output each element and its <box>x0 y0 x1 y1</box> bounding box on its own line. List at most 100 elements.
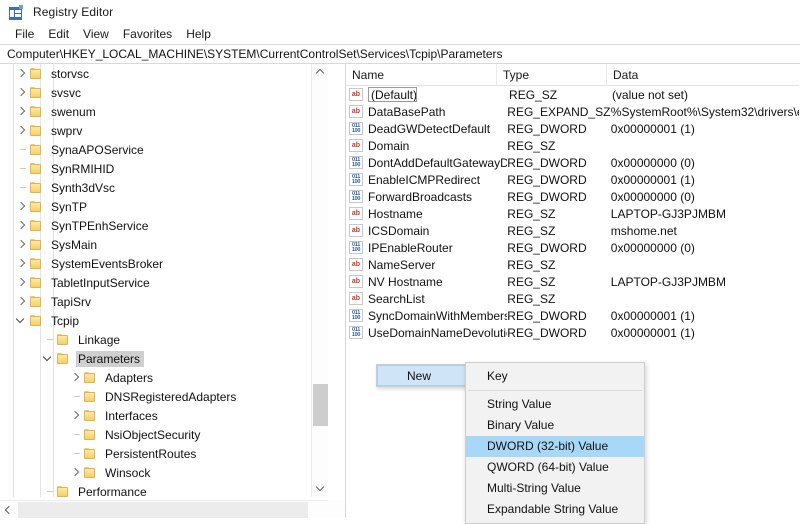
context-submenu-item[interactable]: Binary Value <box>466 415 644 436</box>
context-submenu-item[interactable]: Key <box>466 366 644 387</box>
menu-file[interactable]: File <box>8 25 41 43</box>
tree-item[interactable]: Winsock <box>0 463 328 482</box>
dword-value-icon: 011 100 <box>349 309 363 322</box>
tree-item-label: SynTP <box>51 199 88 214</box>
folder-icon <box>29 181 43 194</box>
context-submenu-item[interactable]: DWORD (32-bit) Value <box>466 436 644 457</box>
menu-separator <box>468 390 642 391</box>
registry-value-row[interactable]: ab ICSDomain REG_SZ mshome.net <box>346 222 799 239</box>
tree-item[interactable]: Parameters <box>0 349 328 368</box>
chevron-right-icon[interactable] <box>13 216 29 235</box>
tree-item[interactable]: SystemEventsBroker <box>0 254 328 273</box>
column-header-type[interactable]: Type <box>497 64 607 86</box>
registry-value-row[interactable]: ab (Default) REG_SZ (value not set) <box>346 86 799 103</box>
tree-item[interactable]: Tcpip <box>0 311 328 330</box>
registry-value-row[interactable]: 011 100 DeadGWDetectDefault REG_DWORD 0x0000… <box>346 120 799 137</box>
tree-item[interactable]: swprv <box>0 121 328 140</box>
tree-item[interactable]: SynaAPOService <box>0 140 328 159</box>
chevron-right-icon[interactable] <box>13 83 29 102</box>
tree-item-label: swprv <box>51 123 83 138</box>
registry-value-row[interactable]: ab NV Hostname REG_SZ LAPTOP-GJ3PJMBM <box>346 273 799 290</box>
tree-item[interactable]: DNSRegisteredAdapters <box>0 387 328 406</box>
tree-item[interactable]: SynTP <box>0 197 328 216</box>
tree-stub-icon <box>67 444 83 463</box>
chevron-right-icon[interactable] <box>67 406 83 425</box>
column-header-data[interactable]: Data <box>607 64 799 86</box>
chevron-right-icon[interactable] <box>13 64 29 83</box>
registry-value-row[interactable]: 011 100 DontAddDefaultGatewayD... REG_DWORD… <box>346 154 799 171</box>
dword-value-icon: 011 100 <box>349 173 363 186</box>
context-submenu-item[interactable]: Multi-String Value <box>466 478 644 499</box>
menu-help[interactable]: Help <box>179 25 218 43</box>
chevron-down-icon[interactable] <box>40 349 56 368</box>
chevron-right-icon[interactable] <box>13 102 29 121</box>
registry-value-row[interactable]: ab SearchList REG_SZ <box>346 290 799 307</box>
tree-vscroll-thumb[interactable] <box>313 384 328 426</box>
string-value-icon: ab <box>349 88 363 101</box>
list-column-headers: Name Type Data <box>346 64 799 86</box>
tree-hscroll-thumb[interactable] <box>18 502 308 518</box>
scroll-up-icon[interactable] <box>312 64 329 81</box>
tree-item[interactable]: Linkage <box>0 330 328 349</box>
registry-value-row[interactable]: 011 100 ForwardBroadcasts REG_DWORD 0x000000… <box>346 188 799 205</box>
tree-item[interactable]: Adapters <box>0 368 328 387</box>
dword-value-icon: 011 100 <box>349 156 363 169</box>
registry-value-row[interactable]: ab NameServer REG_SZ <box>346 256 799 273</box>
registry-value-row[interactable]: 011 100 UseDomainNameDevolution REG_DWORD 0x… <box>346 324 799 341</box>
registry-value-row[interactable]: ab Hostname REG_SZ LAPTOP-GJ3PJMBM <box>346 205 799 222</box>
context-submenu-item[interactable]: QWORD (64-bit) Value <box>466 457 644 478</box>
tree-item[interactable]: PersistentRoutes <box>0 444 328 463</box>
tree-item[interactable]: TapiSrv <box>0 292 328 311</box>
tree-item[interactable]: SynTPEnhService <box>0 216 328 235</box>
address-bar[interactable]: Computer\HKEY_LOCAL_MACHINE\SYSTEM\Curre… <box>0 44 800 64</box>
chevron-right-icon[interactable] <box>13 197 29 216</box>
chevron-right-icon[interactable] <box>13 121 29 140</box>
folder-icon <box>29 219 43 232</box>
value-type-cell: REG_SZ <box>507 223 556 238</box>
menu-view[interactable]: View <box>76 25 116 43</box>
registry-value-row[interactable]: 011 100 IPEnableRouter REG_DWORD 0x00000000 … <box>346 239 799 256</box>
tree-item[interactable]: SysMain <box>0 235 328 254</box>
registry-value-row[interactable]: ab DataBasePath REG_EXPAND_SZ %SystemRoot%\… <box>346 103 799 120</box>
tree-stub-icon <box>13 178 29 197</box>
folder-icon <box>56 333 70 346</box>
registry-value-row[interactable]: 011 100 EnableICMPRedirect REG_DWORD 0x00000… <box>346 171 799 188</box>
tree-item[interactable]: NsiObjectSecurity <box>0 425 328 444</box>
tree-horizontal-scrollbar[interactable] <box>0 500 345 518</box>
chevron-right-icon[interactable] <box>13 254 29 273</box>
tree-item[interactable]: TabletInputService <box>0 273 328 292</box>
tree-item[interactable]: SynRMIHID <box>0 159 328 178</box>
value-name-cell: ICSDomain <box>368 223 430 238</box>
value-type-cell: REG_SZ <box>507 138 556 153</box>
tree-item[interactable]: svsvc <box>0 83 328 102</box>
scroll-left-icon[interactable] <box>0 501 17 518</box>
tree-item[interactable]: swenum <box>0 102 328 121</box>
dword-value-icon: 011 100 <box>349 241 363 254</box>
chevron-right-icon[interactable] <box>67 463 83 482</box>
registry-value-row[interactable]: 011 100 SyncDomainWithMembers... REG_DWORD 0… <box>346 307 799 324</box>
tree-item-label: svsvc <box>51 85 81 100</box>
context-submenu-item[interactable]: Expandable String Value <box>466 499 644 520</box>
tree-vertical-scrollbar[interactable] <box>311 64 328 497</box>
value-type-cell: REG_DWORD <box>507 155 587 170</box>
chevron-right-icon[interactable] <box>67 368 83 387</box>
tree-item[interactable]: Synth3dVsc <box>0 178 328 197</box>
chevron-right-icon[interactable] <box>13 292 29 311</box>
context-submenu-item[interactable]: String Value <box>466 394 644 415</box>
tree-item[interactable]: Performance <box>0 482 328 497</box>
value-type-cell: REG_SZ <box>507 291 556 306</box>
column-header-name[interactable]: Name <box>346 64 497 86</box>
scroll-down-icon[interactable] <box>312 480 329 497</box>
menu-favorites[interactable]: Favorites <box>116 25 179 43</box>
chevron-down-icon[interactable] <box>13 311 29 330</box>
menu-edit[interactable]: Edit <box>41 25 76 43</box>
registry-value-row[interactable]: ab Domain REG_SZ <box>346 137 799 154</box>
chevron-right-icon[interactable] <box>13 273 29 292</box>
chevron-right-icon[interactable] <box>13 235 29 254</box>
folder-icon <box>29 162 43 175</box>
string-value-icon: ab <box>349 275 363 288</box>
value-name-cell: DontAddDefaultGatewayD... <box>368 155 508 170</box>
tree-item[interactable]: Interfaces <box>0 406 328 425</box>
tree-item[interactable]: storvsc <box>0 64 328 83</box>
registry-tree[interactable]: storvsc svsvc swenum swprv SynaAPOService Syn… <box>0 64 328 497</box>
